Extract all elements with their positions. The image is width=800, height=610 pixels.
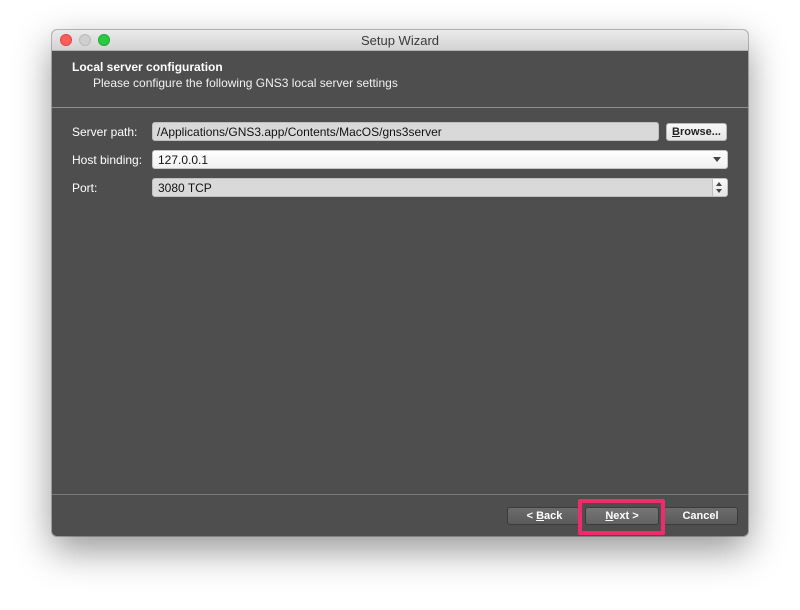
browse-label-rest: rowse... (679, 126, 721, 138)
back-button[interactable]: < Back (507, 507, 582, 525)
cancel-button[interactable]: Cancel (663, 507, 738, 525)
spinner-arrows-icon[interactable] (712, 179, 727, 196)
port-value: 3080 TCP (158, 181, 212, 195)
footer-divider (52, 494, 748, 495)
host-binding-value: 127.0.0.1 (158, 153, 209, 167)
header-divider (52, 107, 748, 108)
host-binding-select[interactable]: 127.0.0.1 (152, 150, 728, 169)
browse-button[interactable]: Browse... (666, 123, 727, 141)
port-label: Port: (72, 181, 98, 195)
wizard-header: Local server configuration Please config… (52, 51, 748, 107)
server-path-label: Server path: (72, 125, 138, 139)
port-spinbox[interactable]: 3080 TCP (152, 178, 728, 197)
spinner-down-icon[interactable] (716, 189, 722, 193)
page-subtitle: Please configure the following GNS3 loca… (93, 76, 398, 90)
back-prefix: < (526, 510, 537, 522)
setup-wizard-window: Setup Wizard Local server configuration … (52, 30, 748, 536)
back-mnemonic: B (536, 510, 545, 522)
spinner-up-icon[interactable] (716, 182, 722, 186)
window-title: Setup Wizard (360, 33, 440, 48)
page-title: Local server configuration (72, 60, 223, 74)
chevron-down-icon (713, 157, 721, 162)
server-path-input[interactable]: /Applications/GNS3.app/Contents/MacOS/gn… (152, 122, 659, 141)
browse-mnemonic: B (672, 126, 680, 138)
back-label-rest: ack (544, 510, 563, 522)
title-bar[interactable]: Setup Wizard (52, 30, 748, 51)
host-binding-label: Host binding: (72, 153, 143, 167)
next-button-highlight (578, 499, 665, 535)
